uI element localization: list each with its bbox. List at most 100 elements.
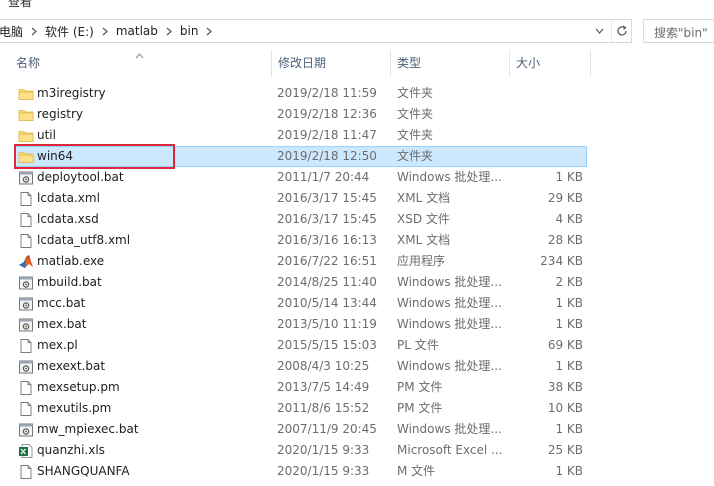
file-row[interactable]: mbuild.bat 2014/8/25 11:40 Windows 批处理... 2… [14, 272, 587, 293]
breadcrumb-this-pc[interactable]: 电脑 [0, 23, 23, 40]
chevron-down-icon[interactable] [589, 20, 609, 42]
view-tab[interactable]: 查看 [8, 0, 32, 10]
file-date-modified: 2013/5/10 11:19 [277, 317, 377, 331]
file-row[interactable]: lcdata.xml 2016/3/17 15:45 XML 文档 29 KB [14, 188, 587, 209]
file-row[interactable]: deploytool.bat 2011/1/7 20:44 Windows 批处理.… [14, 167, 587, 188]
document-icon [18, 380, 34, 396]
breadcrumb-drive[interactable]: 软件 (E:) [45, 23, 94, 40]
column-header-date[interactable]: 修改日期 [272, 50, 390, 77]
file-row[interactable]: m3iregistry 2019/2/18 11:59 文件夹 [14, 83, 587, 104]
file-type: PL 文件 [397, 338, 439, 352]
file-size: 28 KB [547, 233, 583, 247]
search-input[interactable]: 搜索"bin" [643, 19, 714, 43]
file-row[interactable]: quanzhi.xls 2020/1/15 9:33 Microsoft Excel… [14, 440, 587, 461]
folder-icon [18, 86, 34, 102]
column-header-size[interactable]: 大小 [510, 50, 590, 77]
file-type: PM 文件 [397, 380, 443, 394]
file-type: XML 文档 [397, 233, 451, 247]
file-row[interactable]: mex.pl 2015/5/15 15:03 PL 文件 69 KB [14, 335, 587, 356]
file-row[interactable]: lcdata_utf8.xml 2016/3/16 16:13 XML 文档 28 K… [14, 230, 587, 251]
file-type: XML 文档 [397, 191, 451, 205]
file-row[interactable]: util 2019/2/18 11:47 文件夹 [14, 125, 587, 146]
folder-icon [18, 149, 34, 165]
file-date-modified: 2019/2/18 12:36 [277, 107, 377, 121]
file-row[interactable]: mexext.bat 2008/4/3 10:25 Windows 批处理... 1 … [14, 356, 587, 377]
column-header-name[interactable]: 名称 [10, 50, 270, 77]
column-header-type[interactable]: 类型 [391, 50, 509, 77]
navigation-bar: 电脑 软件 (E:) matlab bin 搜索"bin" [0, 19, 714, 44]
address-bar[interactable]: 电脑 软件 (E:) matlab bin [0, 19, 632, 43]
batch-file-icon [18, 275, 34, 291]
file-name: mex.pl [37, 338, 78, 352]
ribbon: 查看 [0, 0, 714, 12]
file-name: mexsetup.pm [37, 380, 120, 394]
file-size: 1 KB [555, 170, 583, 184]
file-size: 29 KB [547, 191, 583, 205]
file-type: Windows 批处理... [397, 359, 502, 373]
file-date-modified: 2014/8/25 11:40 [277, 275, 377, 289]
batch-file-icon [18, 170, 34, 186]
file-row[interactable]: SHANGQUANFA 2020/1/15 9:33 M 文件 1 KB [14, 461, 587, 482]
chevron-right-icon[interactable] [158, 27, 180, 36]
file-name: win64 [37, 149, 74, 163]
file-name: SHANGQUANFA [37, 464, 130, 478]
file-date-modified: 2016/3/17 15:45 [277, 191, 377, 205]
file-type: M 文件 [397, 464, 436, 478]
file-row[interactable]: mcc.bat 2010/5/14 13:44 Windows 批处理... 1 KB [14, 293, 587, 314]
document-icon [18, 401, 34, 417]
file-name: util [37, 128, 56, 142]
document-icon [18, 233, 34, 249]
file-name: mbuild.bat [37, 275, 102, 289]
file-row[interactable]: mexsetup.pm 2013/7/5 14:49 PM 文件 38 KB [14, 377, 587, 398]
file-row[interactable]: lcdata.xsd 2016/3/17 15:45 XSD 文件 4 KB [14, 209, 587, 230]
file-date-modified: 2013/7/5 14:49 [277, 380, 370, 394]
chevron-right-icon[interactable] [23, 27, 45, 36]
file-row[interactable]: mexutils.pm 2011/8/6 15:52 PM 文件 10 KB [14, 398, 587, 419]
file-name: mex.bat [37, 317, 87, 331]
file-date-modified: 2020/1/15 9:33 [277, 443, 370, 457]
file-type: 应用程序 [397, 254, 446, 268]
file-name: deploytool.bat [37, 170, 124, 184]
file-type: 文件夹 [397, 107, 434, 121]
file-size: 1 KB [555, 422, 583, 436]
file-size [515, 126, 583, 145]
file-date-modified: 2010/5/14 13:44 [277, 296, 377, 310]
breadcrumb-matlab[interactable]: matlab [116, 24, 158, 38]
file-size: 1 KB [555, 359, 583, 373]
file-name: mexext.bat [37, 359, 106, 373]
batch-file-icon [18, 317, 34, 333]
file-row[interactable]: win64 2019/2/18 12:50 文件夹 [14, 146, 587, 167]
file-date-modified: 2019/2/18 11:59 [277, 86, 377, 100]
file-size: 234 KB [540, 254, 583, 268]
file-size: 10 KB [547, 401, 583, 415]
file-name: matlab.exe [37, 254, 105, 268]
folder-icon [18, 107, 34, 123]
file-size: 4 KB [555, 212, 583, 226]
file-type: XSD 文件 [397, 212, 450, 226]
search-placeholder: 搜索"bin" [654, 26, 708, 40]
file-row[interactable]: mex.bat 2013/5/10 11:19 Windows 批处理... 1 KB [14, 314, 587, 335]
document-icon [18, 464, 34, 480]
folder-icon [18, 128, 34, 144]
chevron-right-icon[interactable] [94, 27, 116, 36]
excel-file-icon [18, 443, 34, 459]
refresh-icon[interactable] [611, 20, 632, 42]
matlab-logo-icon [18, 254, 34, 270]
file-row[interactable]: registry 2019/2/18 12:36 文件夹 [14, 104, 587, 125]
file-name: mcc.bat [37, 296, 86, 310]
file-type: Windows 批处理... [397, 275, 502, 289]
file-date-modified: 2019/2/18 12:50 [277, 149, 377, 163]
file-name: mexutils.pm [37, 401, 112, 415]
file-name: registry [37, 107, 83, 121]
file-size: 69 KB [547, 338, 583, 352]
file-row[interactable]: mw_mpiexec.bat 2007/11/9 20:45 Windows 批处理… [14, 419, 587, 440]
file-name: lcdata.xml [37, 191, 100, 205]
document-icon [18, 212, 34, 228]
file-row[interactable]: matlab.exe 2016/7/22 16:51 应用程序 234 KB [14, 251, 587, 272]
column-headers: 名称 修改日期 类型 大小 [0, 50, 714, 77]
chevron-right-icon[interactable] [198, 27, 220, 36]
breadcrumb-bin[interactable]: bin [180, 24, 199, 38]
batch-file-icon [18, 359, 34, 375]
batch-file-icon [18, 422, 34, 438]
column-divider[interactable] [590, 50, 591, 77]
